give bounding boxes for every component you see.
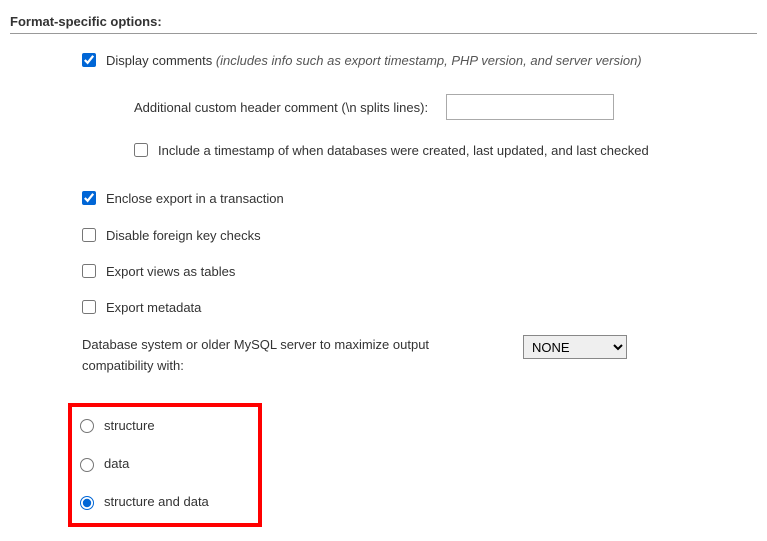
additional-header-input[interactable] — [446, 94, 614, 120]
display-comments-label: Display comments (includes info such as … — [106, 52, 642, 70]
compatibility-label: Database system or older MySQL server to… — [82, 335, 442, 377]
additional-header-label: Additional custom header comment (\n spl… — [134, 100, 428, 115]
compatibility-select[interactable]: NONE — [523, 335, 627, 359]
enclose-transaction-checkbox[interactable] — [82, 191, 96, 205]
radio-structure-and-data[interactable] — [80, 496, 94, 510]
display-comments-hint: (includes info such as export timestamp,… — [216, 53, 642, 68]
disable-fk-label: Disable foreign key checks — [106, 227, 261, 245]
radio-both-label: structure and data — [104, 493, 209, 511]
fieldset-title: Format-specific options: — [10, 14, 757, 34]
radio-structure[interactable] — [80, 419, 94, 433]
radio-data-label: data — [104, 455, 129, 473]
display-comments-text: Display comments — [106, 53, 212, 68]
include-timestamp-label: Include a timestamp of when databases we… — [158, 142, 649, 160]
enclose-transaction-label: Enclose export in a transaction — [106, 190, 284, 208]
export-metadata-label: Export metadata — [106, 299, 201, 317]
radio-structure-label: structure — [104, 417, 155, 435]
export-views-label: Export views as tables — [106, 263, 235, 281]
display-comments-checkbox[interactable] — [82, 53, 96, 67]
export-views-checkbox[interactable] — [82, 264, 96, 278]
export-metadata-checkbox[interactable] — [82, 300, 96, 314]
include-timestamp-checkbox[interactable] — [134, 143, 148, 157]
radio-data[interactable] — [80, 458, 94, 472]
disable-fk-checkbox[interactable] — [82, 228, 96, 242]
dump-radio-group-highlight: structure data structure and data — [68, 403, 262, 528]
